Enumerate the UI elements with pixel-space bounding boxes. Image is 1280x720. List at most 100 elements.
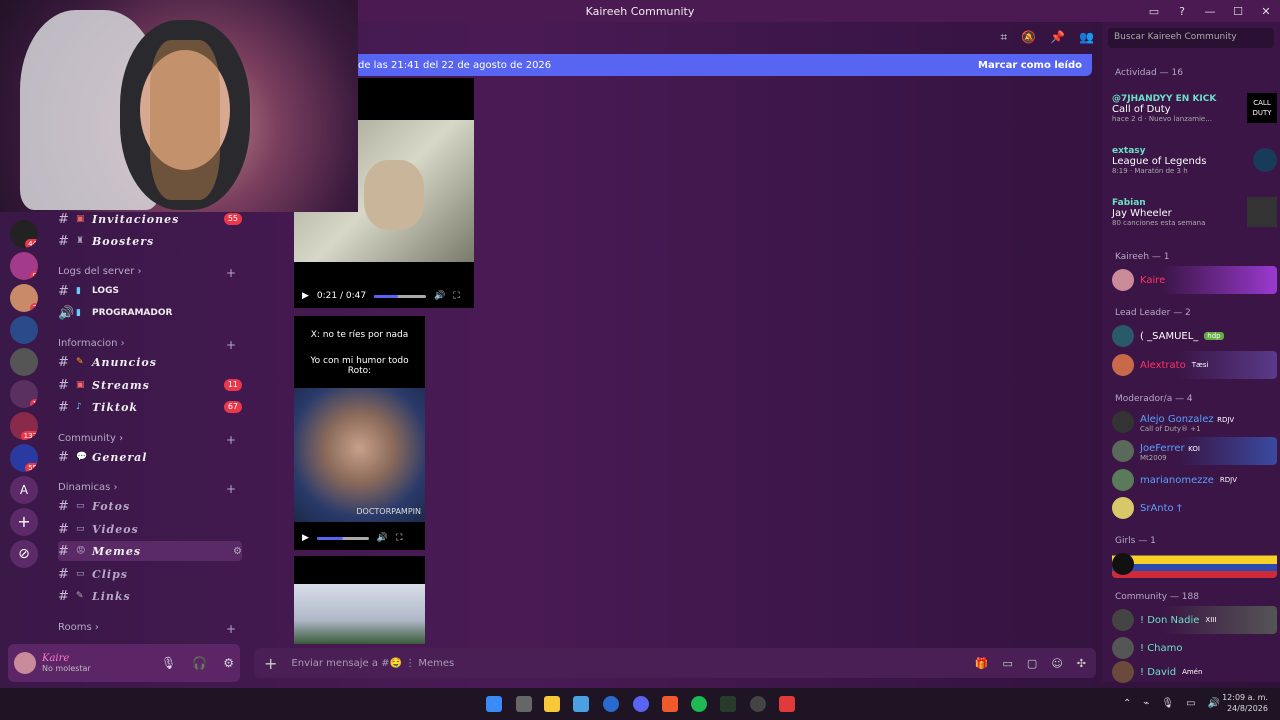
clock[interactable]: 12:09 a. m. 24/8/2026	[1222, 692, 1268, 714]
discord-icon[interactable]	[633, 696, 649, 712]
channel-tiktok[interactable]: # ♪ Tiktok 67	[58, 397, 242, 417]
tray-expand-icon[interactable]: ⌃	[1123, 698, 1131, 709]
microphone-icon[interactable]: 🎙	[161, 656, 176, 670]
add-channel-icon[interactable]: +	[226, 622, 236, 636]
obs-icon[interactable]	[750, 696, 766, 712]
volume-icon[interactable]: 🔊	[1208, 698, 1220, 709]
channel-logs[interactable]: # ▮ LOGS	[58, 281, 242, 301]
gif-icon[interactable]: ▭	[1003, 657, 1013, 670]
category-logs[interactable]: Logs del server › +	[58, 266, 236, 280]
add-channel-icon[interactable]: +	[226, 433, 236, 447]
channel-clips[interactable]: # ▭ Clips	[58, 564, 242, 584]
emoji-icon[interactable]: ☺	[1051, 657, 1062, 670]
network-icon[interactable]: ⌁	[1143, 698, 1149, 709]
start-icon[interactable]	[486, 696, 502, 712]
microphone-icon[interactable]: 🎙	[1161, 698, 1174, 709]
activity-card[interactable]: Fabian Jay Wheeler 80 canciones esta sem…	[1112, 194, 1277, 230]
channel-links[interactable]: # ✎ Links	[58, 586, 242, 606]
member-row[interactable]: SrAnto †	[1112, 494, 1277, 522]
unread-banner[interactable]: de las 21:41 del 22 de agosto de 2026 Ma…	[354, 54, 1092, 76]
apps-icon[interactable]: ✣	[1077, 657, 1086, 670]
volume-icon[interactable]: 🔊	[377, 533, 388, 543]
task-view-icon[interactable]	[516, 696, 532, 712]
brave-icon[interactable]	[662, 696, 678, 712]
close-button[interactable]: ✕	[1252, 5, 1280, 18]
minimize-button[interactable]: —	[1196, 5, 1224, 18]
member-row[interactable]: ! David Amén	[1112, 658, 1277, 686]
member-row[interactable]: Kaire	[1112, 266, 1277, 294]
server-icon[interactable]: 55	[10, 444, 38, 472]
headphones-icon[interactable]: 🎧	[192, 656, 207, 670]
channel-videos[interactable]: # ▭ Videos	[58, 519, 242, 539]
category-community[interactable]: Community › +	[58, 433, 236, 447]
settings-icon[interactable]: ⚙	[223, 656, 234, 670]
server-badge: 7	[29, 303, 38, 312]
member-row[interactable]: ! Don Nadie XIII	[1112, 606, 1277, 634]
channel-memes[interactable]: # 😡 Memes ⚙	[58, 541, 242, 561]
activity-card[interactable]: @7JHANDYY EN KICK Call of Duty hace 2 d …	[1112, 90, 1277, 126]
member-row[interactable]	[1112, 550, 1277, 578]
add-server-icon[interactable]: +	[10, 508, 38, 536]
add-attachment-icon[interactable]: +	[264, 654, 277, 673]
fullscreen-icon[interactable]: ⛶	[396, 533, 402, 543]
sticker-icon[interactable]: ▢	[1027, 657, 1037, 670]
mark-read-button[interactable]: Marcar como leído	[978, 60, 1082, 71]
channel-invitaciones[interactable]: # ▣ Invitaciones 55	[58, 209, 242, 229]
play-icon[interactable]: ▶	[302, 533, 309, 543]
spotify-icon[interactable]	[691, 696, 707, 712]
member-row[interactable]: Alextrato Tæsi	[1112, 351, 1277, 379]
category-informacion[interactable]: Informacion › +	[58, 338, 236, 352]
channel-fotos[interactable]: # ▭ Fotos	[58, 496, 242, 516]
store-icon[interactable]	[573, 696, 589, 712]
search-input[interactable]: Buscar Kaireeh Community	[1108, 28, 1274, 48]
add-channel-icon[interactable]: +	[226, 266, 236, 280]
server-icon[interactable]: 133	[10, 412, 38, 440]
category-rooms[interactable]: Rooms › +	[58, 622, 236, 636]
member-row[interactable]: marianomezze RDJV	[1112, 466, 1277, 494]
video-progress[interactable]	[374, 294, 427, 298]
server-icon[interactable]: 7	[10, 284, 38, 312]
server-icon[interactable]: 44	[10, 220, 38, 248]
mute-bell-icon[interactable]: 🔕	[1021, 30, 1036, 44]
video-progress[interactable]	[316, 536, 369, 540]
maximize-button[interactable]: ☐	[1224, 5, 1252, 18]
display-icon[interactable]: ▭	[1186, 698, 1195, 709]
inbox-icon[interactable]: ▭	[1140, 5, 1168, 18]
category-dinamicas[interactable]: Dinamicas › +	[58, 482, 236, 496]
add-channel-icon[interactable]: +	[226, 482, 236, 496]
explore-icon[interactable]: ⊘	[10, 540, 38, 568]
file-explorer-icon[interactable]	[544, 696, 560, 712]
settings-icon[interactable]: ⚙	[233, 546, 242, 557]
activity-card[interactable]: extasy League of Legends 8:19 · Maratón …	[1112, 142, 1277, 178]
app-icon[interactable]	[779, 696, 795, 712]
channel-programador[interactable]: 🔊 ▮ PROGRAMADOR	[58, 303, 242, 323]
video-player[interactable]: X: no te ríes por nada Yo con mi humor t…	[294, 316, 425, 550]
volume-icon[interactable]: 🔊	[434, 291, 445, 301]
channel-boosters[interactable]: # ♜ Boosters	[58, 231, 242, 251]
message-input[interactable]: Enviar mensaje a #🤤 ⋮ Memes	[291, 658, 454, 669]
server-letter-icon[interactable]: A	[10, 476, 38, 504]
threads-icon[interactable]: ⌗	[1000, 30, 1007, 45]
fullscreen-icon[interactable]: ⛶	[453, 291, 459, 301]
server-icon[interactable]: 1	[10, 380, 38, 408]
video-player[interactable]	[294, 556, 425, 644]
kick-icon[interactable]	[720, 696, 736, 712]
member-list-icon[interactable]: 👥	[1079, 30, 1094, 44]
member-row[interactable]: Alejo Gonzalez RDJV Call of Duty® +1	[1112, 408, 1277, 436]
member-row[interactable]: JoeFerrer KOI Mt2009	[1112, 437, 1277, 465]
channel-streams[interactable]: # ▣ Streams 11	[58, 375, 242, 395]
edge-icon[interactable]	[603, 696, 619, 712]
channel-anuncios[interactable]: # ✎ Anuncios	[58, 352, 242, 372]
server-icon[interactable]	[10, 316, 38, 344]
pin-icon[interactable]: 📌	[1050, 30, 1065, 44]
channel-general[interactable]: # 💬 General	[58, 447, 242, 467]
add-channel-icon[interactable]: +	[226, 338, 236, 352]
member-row[interactable]: ( _SAMUEL_ hdp	[1112, 322, 1277, 350]
gift-icon[interactable]: 🎁	[975, 657, 989, 670]
play-icon[interactable]: ▶	[302, 291, 309, 301]
message-composer[interactable]: + Enviar mensaje a #🤤 ⋮ Memes 🎁 ▭ ▢ ☺ ✣	[254, 648, 1096, 678]
avatar[interactable]	[14, 652, 36, 674]
server-icon[interactable]	[10, 348, 38, 376]
server-icon[interactable]: 9	[10, 252, 38, 280]
help-icon[interactable]: ?	[1168, 5, 1196, 18]
